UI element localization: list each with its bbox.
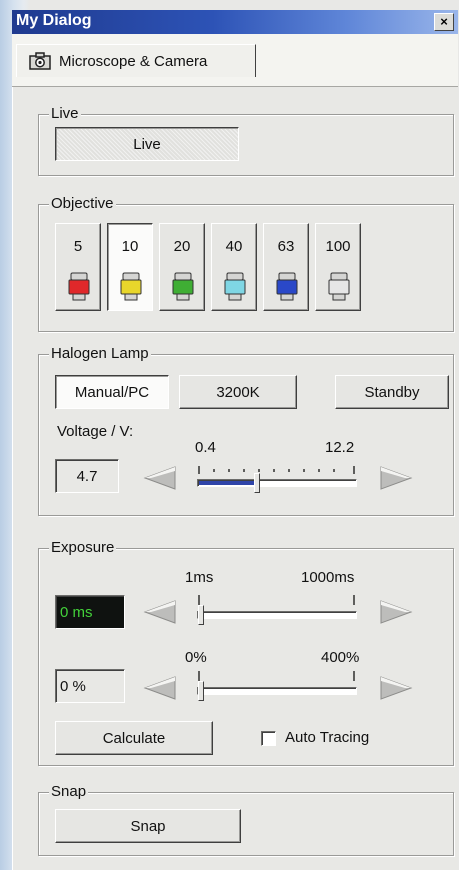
objective-label: 63 [277, 238, 295, 255]
auto-tracing-checkbox[interactable] [261, 731, 276, 746]
objective-label: 5 [73, 238, 83, 255]
gain-slider-thumb[interactable] [198, 681, 204, 701]
gain-field[interactable]: 0 % [55, 669, 125, 703]
exposure-time-increase-arrow-icon[interactable] [379, 597, 415, 627]
voltage-min-label: 0.4 [195, 439, 216, 456]
objective-lens-icon [120, 272, 142, 301]
standby-button[interactable]: Standby [335, 375, 449, 409]
objective-lens-icon [172, 272, 194, 301]
gain-max-label: 400% [321, 649, 360, 666]
voltage-ticks [198, 466, 355, 474]
tab-microscope-camera[interactable]: Microscope & Camera [16, 44, 256, 77]
voltage-increase-arrow-icon[interactable] [379, 463, 415, 493]
objective-button-5[interactable]: 5 [55, 223, 101, 311]
title-bar[interactable]: My Dialog × [12, 10, 458, 34]
objective-lens-icon [276, 272, 298, 301]
dialog-window: My Dialog × Microscope & Camera Live Liv… [12, 10, 458, 870]
auto-tracing-label: Auto Tracing [285, 729, 370, 746]
objective-label: 100 [325, 238, 351, 255]
objective-button-10[interactable]: 10 [107, 223, 153, 311]
objective-button-63[interactable]: 63 [263, 223, 309, 311]
objective-button-100[interactable]: 100 [315, 223, 361, 311]
3200k-button[interactable]: 3200K [179, 375, 297, 409]
voltage-value-field[interactable]: 4.7 [55, 459, 119, 493]
gain-decrease-arrow-icon[interactable] [141, 673, 177, 703]
voltage-slider-fill [199, 481, 256, 485]
objective-label: 40 [225, 238, 243, 255]
objective-button-40[interactable]: 40 [211, 223, 257, 311]
exposure-group: Exposure 1ms 1000ms 0 ms 0% 400% 0 % Cal… [38, 539, 454, 766]
voltage-decrease-arrow-icon[interactable] [141, 463, 177, 493]
voltage-slider-track[interactable] [197, 479, 357, 487]
objective-group-label: Objective [49, 195, 116, 213]
gain-value: 0 % [60, 677, 86, 695]
exposure-time-min-label: 1ms [185, 569, 214, 586]
exposure-time-decrease-arrow-icon[interactable] [141, 597, 177, 627]
objective-lens-icon [224, 272, 246, 301]
exposure-time-max-label: 1000ms [301, 569, 355, 586]
close-icon: × [440, 14, 448, 29]
halogen-group-label: Halogen Lamp [49, 345, 151, 363]
gain-min-label: 0% [185, 649, 207, 666]
gain-ticks [198, 671, 355, 681]
tab-strip: Microscope & Camera [12, 34, 458, 87]
snap-group: Snap Snap [38, 783, 454, 856]
voltage-value: 4.7 [76, 467, 98, 485]
objective-label: 20 [173, 238, 191, 255]
exposure-time-slider-thumb[interactable] [198, 605, 204, 625]
objective-group: Objective 5 10 20 40 63 100 [38, 195, 454, 332]
manual-pc-label: Manual/PC [74, 383, 150, 401]
voltage-slider-thumb[interactable] [254, 473, 261, 493]
calculate-label: Calculate [102, 729, 166, 747]
window-title: My Dialog [16, 12, 92, 29]
live-group-label: Live [49, 105, 81, 123]
objective-label: 10 [121, 238, 139, 255]
3200k-label: 3200K [216, 383, 260, 401]
calculate-button[interactable]: Calculate [55, 721, 213, 755]
gain-slider-track[interactable] [197, 687, 357, 695]
halogen-lamp-group: Halogen Lamp Manual/PC 3200K Standby Vol… [38, 345, 454, 516]
objective-lens-icon [68, 272, 90, 301]
manual-pc-button[interactable]: Manual/PC [55, 375, 169, 409]
exposure-time-value: 0 ms [60, 603, 93, 621]
snap-button-label: Snap [130, 817, 166, 835]
exposure-time-slider-track[interactable] [197, 611, 357, 619]
exposure-time-field[interactable]: 0 ms [55, 595, 125, 629]
live-button[interactable]: Live [55, 127, 239, 161]
exposure-time-ticks [198, 595, 355, 605]
voltage-label: Voltage / V: [57, 423, 134, 440]
snap-group-label: Snap [49, 783, 89, 801]
voltage-max-label: 12.2 [325, 439, 355, 456]
live-button-label: Live [133, 135, 161, 153]
camera-icon [29, 52, 51, 70]
standby-label: Standby [364, 383, 420, 401]
exposure-group-label: Exposure [49, 539, 117, 557]
live-group: Live Live [38, 105, 454, 176]
objective-button-20[interactable]: 20 [159, 223, 205, 311]
snap-button[interactable]: Snap [55, 809, 241, 843]
tab-label: Microscope & Camera [59, 52, 208, 70]
objective-lens-icon [328, 272, 350, 301]
gain-increase-arrow-icon[interactable] [379, 673, 415, 703]
close-button[interactable]: × [434, 13, 454, 31]
